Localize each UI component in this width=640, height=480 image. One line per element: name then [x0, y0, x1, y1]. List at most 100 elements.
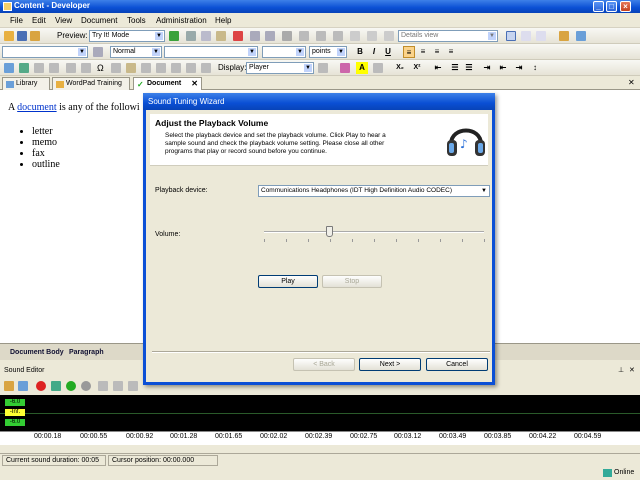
cancel-button[interactable]: Cancel — [426, 358, 488, 371]
find-icon[interactable] — [282, 31, 292, 41]
play-button[interactable]: Play — [258, 275, 318, 288]
align-right-button[interactable]: ≡ — [431, 46, 443, 58]
menu-file[interactable]: File — [10, 16, 23, 25]
path-document-body[interactable]: Document Body — [10, 349, 64, 356]
back-button[interactable]: < Back — [293, 358, 355, 371]
bullet-list-button[interactable]: ☰ — [449, 62, 461, 74]
increase-indent-button[interactable]: ⇥ — [513, 62, 525, 74]
cut-sound-icon[interactable] — [98, 381, 108, 391]
export-icon[interactable] — [559, 31, 569, 41]
font-family-select[interactable]: ▼ — [164, 46, 258, 58]
tab-library[interactable]: Library — [2, 77, 50, 90]
menu-document[interactable]: Document — [81, 16, 117, 25]
path-paragraph[interactable]: Paragraph — [69, 349, 104, 356]
copy-icon[interactable] — [201, 31, 211, 41]
underline-button[interactable]: U — [382, 46, 394, 58]
grid-icon[interactable] — [536, 31, 546, 41]
align-left-button[interactable]: ≡ — [403, 46, 415, 58]
insert-table-icon[interactable] — [34, 63, 44, 73]
cut-icon[interactable] — [186, 31, 196, 41]
align-center-button[interactable]: ≡ — [417, 46, 429, 58]
folder-icon[interactable] — [30, 31, 40, 41]
insert-note-icon[interactable] — [156, 63, 166, 73]
insert-object-icon[interactable] — [171, 63, 181, 73]
close-panel-icon[interactable]: ✕ — [629, 366, 635, 374]
redo-icon[interactable] — [265, 31, 275, 41]
highlight-button[interactable]: A — [356, 62, 368, 74]
style-select[interactable]: Normal ▼ — [110, 46, 162, 58]
publish-icon[interactable] — [576, 31, 586, 41]
color-icon[interactable] — [340, 63, 350, 73]
stop-button[interactable]: Stop — [322, 275, 382, 288]
layout-icon[interactable] — [506, 31, 516, 41]
size-unit-select[interactable]: points ▼ — [309, 46, 347, 58]
play-icon[interactable] — [66, 381, 76, 391]
insert-symbol-icon[interactable] — [201, 63, 211, 73]
copy-sound-icon[interactable] — [113, 381, 123, 391]
stop-icon[interactable] — [81, 381, 91, 391]
display-options-icon[interactable] — [318, 63, 328, 73]
paste-icon[interactable] — [216, 31, 226, 41]
open-icon[interactable] — [4, 31, 14, 41]
line-spacing-button[interactable]: ↕ — [529, 62, 541, 74]
tab-document[interactable]: ✓ Document ✕ — [133, 77, 202, 90]
menu-view[interactable]: View — [55, 16, 72, 25]
insert-field-icon[interactable] — [126, 63, 136, 73]
link-icon[interactable] — [350, 31, 360, 41]
print-icon[interactable] — [316, 31, 326, 41]
close-tab-icon[interactable]: ✕ — [191, 79, 198, 88]
spell-icon[interactable] — [299, 31, 309, 41]
insert-bookmark-icon[interactable] — [141, 63, 151, 73]
insert-image-icon[interactable] — [4, 63, 14, 73]
insert-chart-icon[interactable] — [186, 63, 196, 73]
save-icon[interactable] — [17, 31, 27, 41]
insert-grid-icon[interactable] — [66, 63, 76, 73]
properties-icon[interactable] — [333, 31, 343, 41]
record-icon[interactable] — [36, 381, 46, 391]
close-button[interactable]: × — [620, 1, 631, 12]
insert-frame-icon[interactable] — [49, 63, 59, 73]
import-sound-icon[interactable] — [18, 381, 28, 391]
font-select[interactable]: ▼ — [2, 46, 88, 58]
insert-column-icon[interactable] — [81, 63, 91, 73]
view-select[interactable]: Details view ▼ — [398, 30, 498, 42]
next-button[interactable]: Next > — [359, 358, 421, 371]
insert-line-icon[interactable] — [111, 63, 121, 73]
tab-wordpad-training[interactable]: WordPad Training — [52, 77, 130, 90]
open-sound-icon[interactable] — [4, 381, 14, 391]
volume-slider-thumb[interactable] — [326, 226, 333, 237]
clear-format-icon[interactable] — [373, 63, 383, 73]
omega-icon[interactable]: Ω — [97, 63, 104, 73]
close-document-icon[interactable]: ✕ — [628, 78, 635, 87]
subscript-button[interactable]: X₂ — [393, 62, 407, 74]
font-size-select[interactable]: ▼ — [262, 46, 306, 58]
superscript-button[interactable]: X² — [410, 62, 424, 74]
playback-device-select[interactable]: Communications Headphones (IDT High Defi… — [258, 185, 490, 197]
bold-button[interactable]: B — [354, 46, 366, 58]
volume-slider-track[interactable] — [264, 231, 484, 233]
unlink-icon[interactable] — [367, 31, 377, 41]
undo-icon[interactable] — [250, 31, 260, 41]
preview-mode-select[interactable]: Try It! Mode ▼ — [89, 30, 165, 42]
display-select[interactable]: Player ▼ — [246, 62, 314, 74]
go-icon[interactable] — [169, 31, 179, 41]
menu-administration[interactable]: Administration — [156, 16, 207, 25]
delete-icon[interactable] — [233, 31, 243, 41]
numbered-list-button[interactable]: ☰ — [463, 62, 475, 74]
paste-sound-icon[interactable] — [128, 381, 138, 391]
indent-button[interactable]: ⇥ — [481, 62, 493, 74]
outdent-button[interactable]: ⇤ — [432, 62, 444, 74]
menu-edit[interactable]: Edit — [32, 16, 46, 25]
justify-button[interactable]: ≡ — [445, 46, 457, 58]
decrease-indent-button[interactable]: ⇤ — [497, 62, 509, 74]
style-icon[interactable] — [93, 47, 103, 57]
maximize-button[interactable]: □ — [606, 1, 617, 12]
minimize-button[interactable]: _ — [593, 1, 604, 12]
menu-tools[interactable]: Tools — [127, 16, 146, 25]
mixer-icon[interactable] — [51, 381, 61, 391]
table-icon[interactable] — [384, 31, 394, 41]
document-link[interactable]: document — [17, 102, 56, 113]
italic-button[interactable]: I — [368, 46, 380, 58]
waveform-display[interactable]: -6.0 -Inf. -6.0 — [0, 395, 640, 431]
split-view-icon[interactable] — [521, 31, 531, 41]
